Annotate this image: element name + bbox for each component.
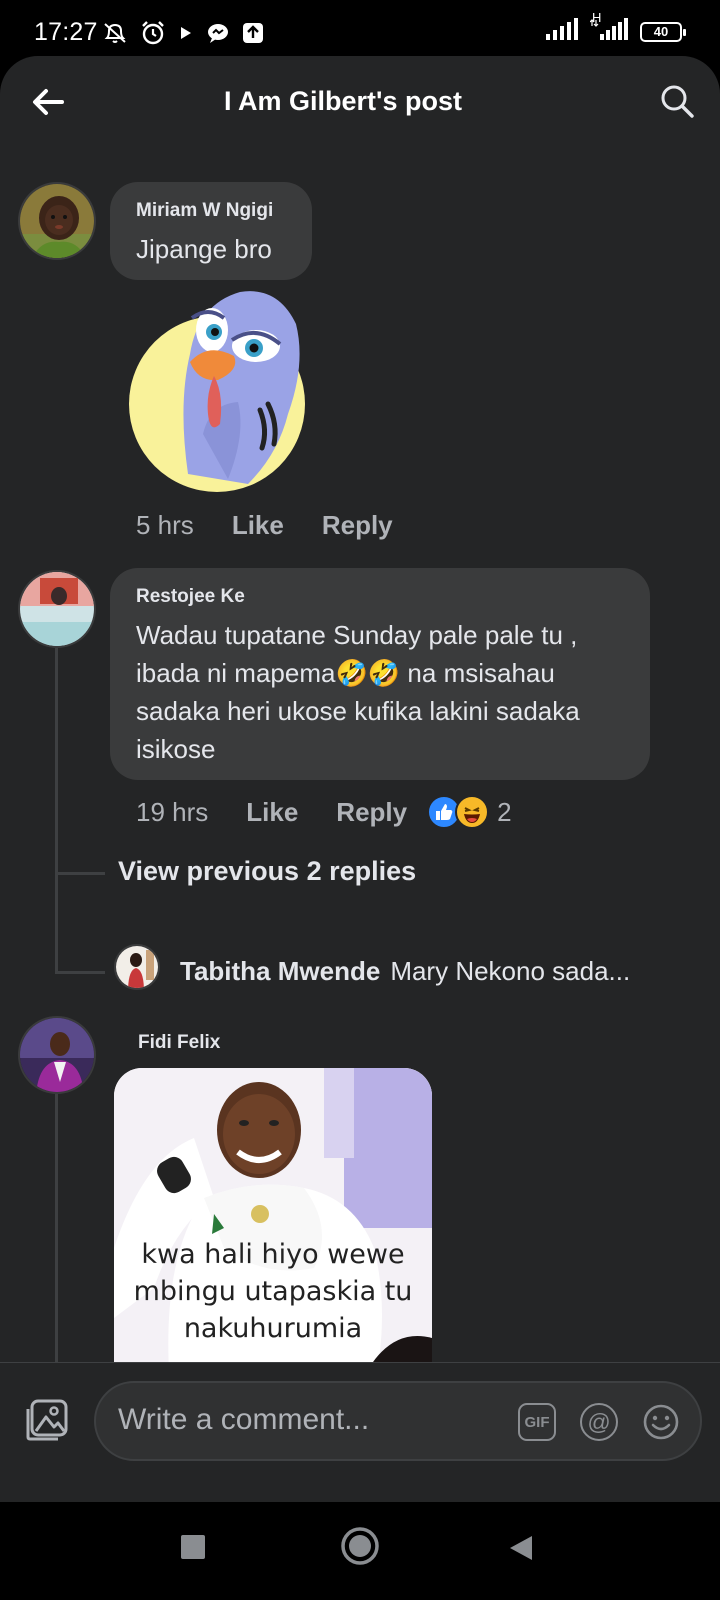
signal-icon — [546, 18, 580, 45]
reaction-count: 2 — [497, 796, 512, 827]
status-bar: 17:27 H 40 — [0, 0, 720, 62]
sticker-image — [128, 284, 310, 494]
gif-button[interactable]: GIF — [518, 1403, 556, 1441]
avatar-fidi[interactable] — [18, 1016, 96, 1094]
thread-connector — [55, 872, 105, 875]
comment-author[interactable]: Fidi Felix — [138, 1032, 220, 1054]
recents-button[interactable] — [180, 1534, 206, 1560]
photo-button[interactable] — [24, 1397, 70, 1443]
search-button[interactable] — [656, 80, 698, 122]
system-nav-bar — [0, 1502, 720, 1600]
reply-text: Mary Nekono sada... — [390, 956, 631, 986]
like-button[interactable]: Like — [232, 510, 284, 541]
comment-meta: 5 hrs Like Reply — [136, 510, 393, 541]
back-nav-button[interactable] — [508, 1534, 534, 1562]
haha-reaction-icon — [455, 795, 490, 829]
triangle-back-icon — [510, 1536, 532, 1560]
status-right: H 40 — [546, 10, 686, 45]
post-comments-screen: I Am Gilbert's post Miriam W Ngigi Jipan… — [0, 56, 720, 1502]
photo-icon — [26, 1399, 68, 1441]
play-icon — [178, 24, 194, 42]
view-previous-replies-link[interactable]: View previous 2 replies — [118, 856, 416, 887]
comment-author[interactable]: Miriam W Ngigi — [136, 200, 286, 222]
image-caption: kwa hali hiyo wewe mbingu utapaskia tu n… — [133, 1239, 413, 1344]
battery-icon: 40 — [640, 21, 686, 42]
comment-composer: Write a comment... GIF @ — [0, 1362, 720, 1474]
thread-line — [55, 648, 58, 974]
comment-text: Jipange bro — [136, 234, 272, 264]
comment-author[interactable]: Restojee Ke — [136, 586, 624, 608]
home-button[interactable] — [340, 1526, 380, 1566]
thread-connector — [55, 971, 105, 974]
avatar-miriam[interactable] — [18, 182, 96, 260]
comment-text: Wadau tupatane Sunday pale pale tu , iba… — [136, 620, 580, 764]
notification-icons — [102, 20, 264, 46]
signal-h-icon: H — [589, 10, 630, 45]
page-title: I Am Gilbert's post — [224, 86, 462, 116]
mute-icon — [102, 21, 128, 45]
reactions[interactable] — [427, 795, 490, 829]
reply-preview[interactable]: Tabitha Mwende Mary Nekono sada... — [180, 956, 630, 987]
comment-placeholder: Write a comment... — [118, 1403, 370, 1436]
comment-time: 19 hrs — [136, 796, 209, 827]
alarm-icon — [140, 20, 166, 46]
comment-time: 5 hrs — [136, 510, 194, 540]
avatar-restojee[interactable] — [18, 570, 96, 648]
search-icon — [661, 85, 694, 118]
reply-button[interactable]: Reply — [336, 797, 407, 828]
header: I Am Gilbert's post — [0, 56, 720, 146]
mention-button[interactable]: @ — [580, 1403, 618, 1441]
home-circle-icon — [341, 1527, 379, 1565]
comment-bubble[interactable]: Restojee Ke Wadau tupatane Sunday pale p… — [110, 568, 650, 780]
status-time: 17:27 — [34, 18, 98, 46]
thread-line — [55, 1092, 58, 1392]
square-icon — [181, 1535, 205, 1559]
smiley-icon — [643, 1404, 679, 1440]
reply-button[interactable]: Reply — [322, 510, 393, 541]
messenger-icon — [206, 22, 230, 44]
comment-meta: 19 hrs Like Reply 2 — [136, 795, 512, 829]
comment-input[interactable]: Write a comment... GIF @ — [94, 1381, 702, 1461]
emoji-button[interactable] — [642, 1403, 680, 1441]
upload-icon — [242, 22, 264, 44]
comment-bubble[interactable]: Miriam W Ngigi Jipange bro — [110, 182, 312, 280]
avatar-tabitha[interactable] — [114, 944, 160, 990]
like-button[interactable]: Like — [246, 797, 298, 828]
reply-author[interactable]: Tabitha Mwende — [180, 956, 380, 986]
